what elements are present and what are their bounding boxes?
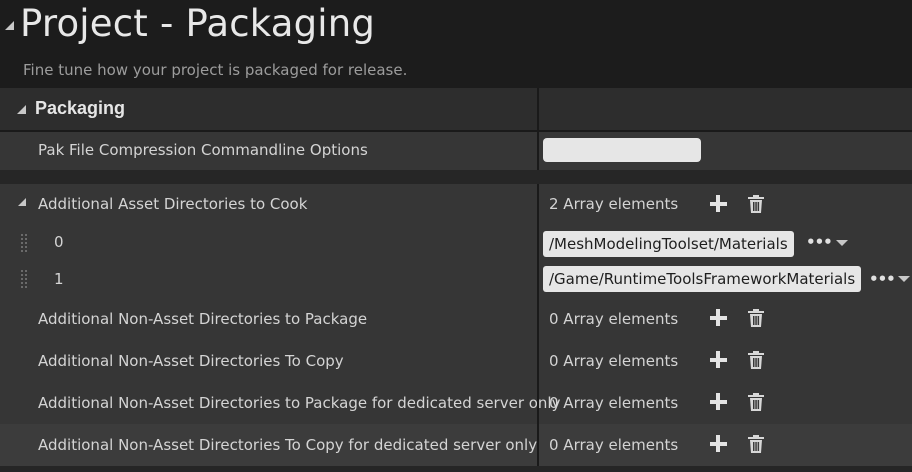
section-title: Packaging — [35, 98, 126, 118]
plus-icon[interactable] — [710, 195, 728, 213]
drag-handle-icon[interactable] — [21, 270, 29, 288]
array-index: 0 — [54, 233, 64, 251]
expand-array-icon[interactable] — [18, 198, 26, 206]
property-label: Additional Non-Asset Directories To Copy… — [38, 436, 538, 454]
property-row-non-asset-copy: Additional Non-Asset Directories To Copy… — [0, 340, 912, 382]
array-count: 0 Array elements — [549, 352, 679, 370]
collapse-header-icon[interactable] — [5, 21, 14, 30]
property-label: Pak File Compression Commandline Options — [38, 141, 368, 159]
ellipsis-icon[interactable]: ••• — [806, 233, 833, 251]
plus-icon[interactable] — [710, 393, 728, 411]
trash-icon[interactable] — [748, 435, 764, 453]
settings-header: Project - Packaging Fine tune how your p… — [0, 0, 912, 88]
property-label: Additional Non-Asset Directories To Copy — [38, 352, 344, 370]
property-row-non-asset-package: Additional Non-Asset Directories to Pack… — [0, 298, 912, 340]
ellipsis-icon[interactable]: ••• — [869, 270, 896, 288]
plus-icon[interactable] — [710, 351, 728, 369]
path-input[interactable]: /Game/RuntimeToolsFrameworkMaterials — [543, 266, 862, 292]
array-element-row: 1 /Game/RuntimeToolsFrameworkMaterials •… — [0, 262, 912, 298]
property-row-non-asset-package-server: Additional Non-Asset Directories to Pack… — [0, 382, 912, 424]
trash-icon[interactable] — [748, 309, 764, 327]
array-count: 0 Array elements — [549, 310, 679, 328]
section-header-packaging[interactable]: Packaging — [0, 88, 912, 130]
path-input[interactable]: /MeshModelingToolset/Materials — [543, 231, 794, 257]
page-subtitle: Fine tune how your project is packaged f… — [23, 61, 408, 79]
plus-icon[interactable] — [710, 435, 728, 453]
trash-icon[interactable] — [748, 351, 764, 369]
property-label: Additional Non-Asset Directories to Pack… — [38, 394, 561, 412]
chevron-down-icon[interactable] — [836, 240, 848, 246]
array-count: 0 Array elements — [549, 394, 679, 412]
array-index: 1 — [54, 270, 64, 288]
array-element-row: 0 /MeshModelingToolset/Materials ••• — [0, 224, 912, 262]
column-divider[interactable] — [537, 184, 539, 466]
property-row-non-asset-copy-server: Additional Non-Asset Directories To Copy… — [0, 424, 912, 466]
column-divider[interactable] — [537, 88, 539, 170]
property-row-asset-dirs-cook: Additional Asset Directories to Cook 2 A… — [0, 184, 912, 224]
collapse-section-icon[interactable] — [17, 105, 26, 114]
property-label: Additional Non-Asset Directories to Pack… — [38, 310, 368, 328]
array-count: 0 Array elements — [549, 436, 679, 454]
plus-icon[interactable] — [710, 309, 728, 327]
page-title: Project - Packaging — [20, 2, 376, 45]
pak-compression-input[interactable] — [543, 138, 701, 162]
trash-icon[interactable] — [748, 393, 764, 411]
trash-icon[interactable] — [748, 195, 764, 213]
property-row-pak-compression: Pak File Compression Commandline Options — [0, 132, 912, 170]
drag-handle-icon[interactable] — [21, 234, 29, 252]
chevron-down-icon[interactable] — [898, 276, 910, 282]
array-count: 2 Array elements — [549, 195, 679, 213]
property-label: Additional Asset Directories to Cook — [38, 195, 308, 213]
